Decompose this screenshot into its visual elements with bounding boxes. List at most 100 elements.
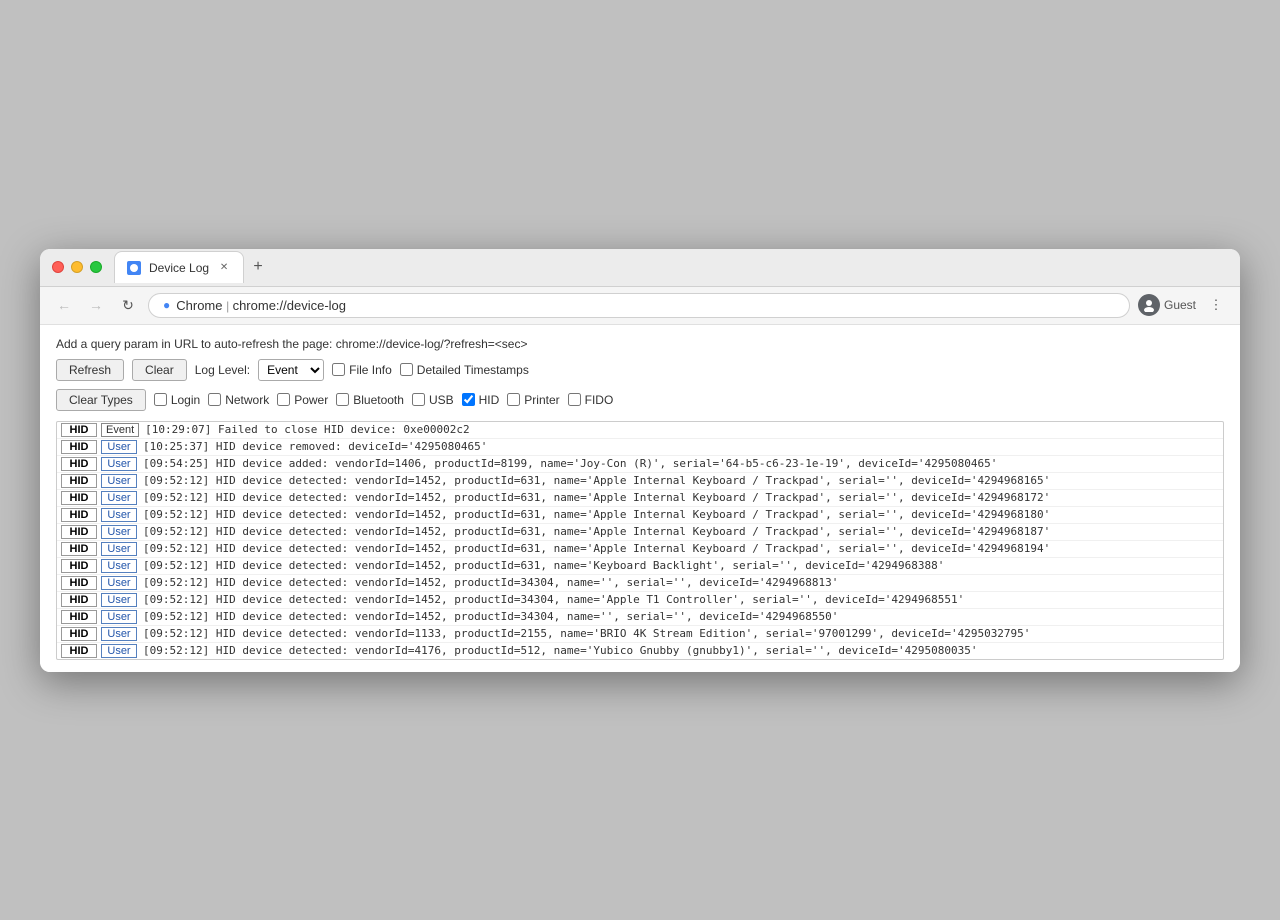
log-message: [09:52:12] HID device detected: vendorId… <box>143 508 1050 521</box>
clear-types-button[interactable]: Clear Types <box>56 389 146 411</box>
tab-title: Device Log <box>149 261 209 275</box>
log-type-tag: HID <box>61 610 97 624</box>
log-type-tag: HID <box>61 627 97 641</box>
login-filter-label[interactable]: Login <box>154 393 200 407</box>
usb-filter-label[interactable]: USB <box>412 393 454 407</box>
log-type-tag: HID <box>61 474 97 488</box>
new-tab-button[interactable]: + <box>246 255 270 279</box>
printer-filter-checkbox[interactable] <box>507 393 520 406</box>
info-bar-text: Add a query param in URL to auto-refresh… <box>56 337 1224 351</box>
tab-favicon <box>127 261 141 275</box>
log-level-tag: Event <box>101 423 139 437</box>
log-message: [10:29:07] Failed to close HID device: 0… <box>145 423 470 436</box>
log-row: HID User [09:52:12] HID device detected: v… <box>57 490 1223 507</box>
forward-button[interactable]: → <box>84 293 108 317</box>
log-level-tag: User <box>101 525 137 539</box>
printer-filter-label[interactable]: Printer <box>507 393 559 407</box>
back-button[interactable]: ← <box>52 293 76 317</box>
log-row: HIDUser[10:25:37] HID device removed: de… <box>57 439 1223 456</box>
log-type-tag: HID <box>61 491 97 505</box>
tab-bar: Device Log ✕ + <box>114 251 270 283</box>
reload-button[interactable]: ↻ <box>116 293 140 317</box>
log-type-tag: HID <box>61 525 97 539</box>
log-row: HIDUser[09:52:12] HID device detected: v… <box>57 592 1223 609</box>
active-tab[interactable]: Device Log ✕ <box>114 251 244 283</box>
fido-filter-text: FIDO <box>585 393 614 407</box>
log-type-tag: HID <box>61 457 97 471</box>
controls-row-2: Clear Types Login Network Power Bluetoot… <box>56 389 1224 411</box>
log-level-tag: User <box>101 559 137 573</box>
log-level-tag: User <box>101 610 137 624</box>
log-row: HID User [09:52:12] HID device detected: v… <box>57 575 1223 592</box>
log-level-tag: User <box>101 508 137 522</box>
url-bar[interactable]: ● Chrome | chrome://device-log <box>148 293 1130 318</box>
fido-filter-checkbox[interactable] <box>568 393 581 406</box>
bluetooth-filter-label[interactable]: Bluetooth <box>336 393 404 407</box>
traffic-lights <box>52 261 102 273</box>
log-type-tag: HID <box>61 508 97 522</box>
hid-filter-label[interactable]: HID <box>462 393 500 407</box>
log-level-tag: User <box>101 440 137 454</box>
url-text: Chrome | chrome://device-log <box>176 298 346 313</box>
log-type-tag: HID <box>61 542 97 556</box>
addressbar: ← → ↻ ● Chrome | chrome://device-log Gue… <box>40 287 1240 325</box>
titlebar: Device Log ✕ + <box>40 249 1240 287</box>
close-button[interactable] <box>52 261 64 273</box>
usb-filter-text: USB <box>429 393 454 407</box>
network-filter-checkbox[interactable] <box>208 393 221 406</box>
clear-button[interactable]: Clear <box>132 359 187 381</box>
log-type-tag: HID <box>61 423 97 437</box>
fido-filter-label[interactable]: FIDO <box>568 393 614 407</box>
file-info-checkbox-label[interactable]: File Info <box>332 363 392 377</box>
network-filter-label[interactable]: Network <box>208 393 269 407</box>
tab-close-button[interactable]: ✕ <box>217 261 231 275</box>
log-row: HIDUser[09:52:12] HID device detected: v… <box>57 541 1223 558</box>
power-filter-label[interactable]: Power <box>277 393 328 407</box>
file-info-label: File Info <box>349 363 392 377</box>
log-level-select[interactable]: Event User Debug <box>258 359 324 381</box>
url-security-icon: ● <box>163 298 170 312</box>
hid-filter-text: HID <box>479 393 500 407</box>
log-message: [09:52:12] HID device detected: vendorId… <box>143 593 964 606</box>
log-message: [09:52:12] HID device detected: vendorId… <box>143 559 944 572</box>
log-type-tag: HID <box>61 440 97 454</box>
bluetooth-filter-checkbox[interactable] <box>336 393 349 406</box>
log-container: HID Event [10:29:07] Failed to close HID d… <box>56 421 1224 660</box>
printer-filter-text: Printer <box>524 393 559 407</box>
log-level-tag: User <box>101 542 137 556</box>
guest-label: Guest <box>1164 298 1196 312</box>
login-filter-checkbox[interactable] <box>154 393 167 406</box>
log-type-tag: HID <box>61 576 97 590</box>
log-row: HIDUser[09:52:12] HID device detected: v… <box>57 524 1223 541</box>
network-filter-text: Network <box>225 393 269 407</box>
url-scheme: Chrome <box>176 298 222 313</box>
power-filter-checkbox[interactable] <box>277 393 290 406</box>
log-table: HID Event [10:29:07] Failed to close HID d… <box>57 422 1223 659</box>
log-message: [09:52:12] HID device detected: vendorId… <box>143 576 838 589</box>
log-level-tag: User <box>101 576 137 590</box>
log-message: [09:54:25] HID device added: vendorId=14… <box>143 457 997 470</box>
log-row: HID Event [10:29:07] Failed to close HID d… <box>57 422 1223 439</box>
log-row: HIDUser[09:52:12] HID device detected: v… <box>57 626 1223 643</box>
profile-button[interactable]: Guest <box>1138 294 1196 316</box>
url-path: chrome://device-log <box>233 298 346 313</box>
detailed-timestamps-checkbox[interactable] <box>400 363 413 376</box>
log-row: HIDUser[09:52:12] HID device detected: v… <box>57 609 1223 626</box>
log-message: [09:52:12] HID device detected: vendorId… <box>143 474 1050 487</box>
log-level-tag: User <box>101 474 137 488</box>
browser-window: Device Log ✕ + ← → ↻ ● Chrome | chrome:/… <box>40 249 1240 672</box>
refresh-button[interactable]: Refresh <box>56 359 124 381</box>
log-level-tag: User <box>101 593 137 607</box>
log-row: HID User [09:52:12] HID device detected: v… <box>57 473 1223 490</box>
usb-filter-checkbox[interactable] <box>412 393 425 406</box>
maximize-button[interactable] <box>90 261 102 273</box>
page-content: Add a query param in URL to auto-refresh… <box>40 325 1240 672</box>
minimize-button[interactable] <box>71 261 83 273</box>
log-level-tag: User <box>101 491 137 505</box>
chrome-menu-button[interactable]: ⋮ <box>1204 293 1228 317</box>
file-info-checkbox[interactable] <box>332 363 345 376</box>
log-message: [09:52:12] HID device detected: vendorId… <box>143 491 1050 504</box>
detailed-timestamps-checkbox-label[interactable]: Detailed Timestamps <box>400 363 529 377</box>
profile-icon <box>1138 294 1160 316</box>
hid-filter-checkbox[interactable] <box>462 393 475 406</box>
